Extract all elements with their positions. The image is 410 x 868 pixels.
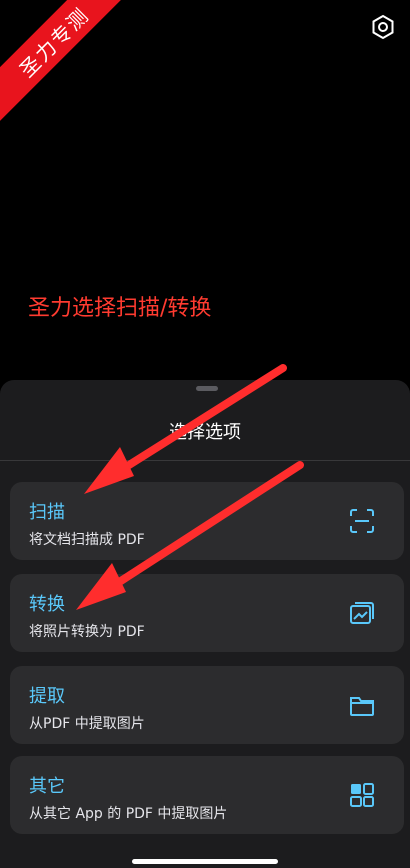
option-scan[interactable]: 扫描 将文档扫描成 PDF xyxy=(10,482,404,560)
grid-icon xyxy=(350,783,374,807)
scan-frame-icon xyxy=(350,509,374,533)
option-subtitle: 从PDF 中提取图片 xyxy=(29,716,145,732)
option-subtitle: 将照片转换为 PDF xyxy=(29,624,145,640)
option-subtitle: 将文档扫描成 PDF xyxy=(29,532,145,548)
home-indicator xyxy=(132,859,278,864)
options-sheet: 选择选项 扫描 将文档扫描成 PDF 转换 将照片转换为 PDF 提取 从PDF… xyxy=(0,380,410,868)
option-convert[interactable]: 转换 将照片转换为 PDF xyxy=(10,574,404,652)
sheet-grabber[interactable] xyxy=(196,386,218,391)
option-subtitle: 从其它 App 的 PDF 中提取图片 xyxy=(29,806,228,822)
option-title: 其它 xyxy=(29,776,65,797)
folder-icon xyxy=(350,697,374,716)
divider xyxy=(0,460,410,461)
option-extract[interactable]: 提取 从PDF 中提取图片 xyxy=(10,666,404,744)
sheet-title: 选择选项 xyxy=(169,422,241,443)
photo-stack-icon xyxy=(350,602,374,624)
watermark-ribbon: 圣力专测 xyxy=(0,0,134,122)
option-title: 提取 xyxy=(29,686,65,707)
option-other[interactable]: 其它 从其它 App 的 PDF 中提取图片 xyxy=(10,756,404,834)
option-title: 扫描 xyxy=(29,502,65,523)
option-title: 转换 xyxy=(29,594,65,615)
annotation-text: 圣力选择扫描/转换 xyxy=(28,296,212,321)
settings-icon[interactable] xyxy=(370,14,396,40)
